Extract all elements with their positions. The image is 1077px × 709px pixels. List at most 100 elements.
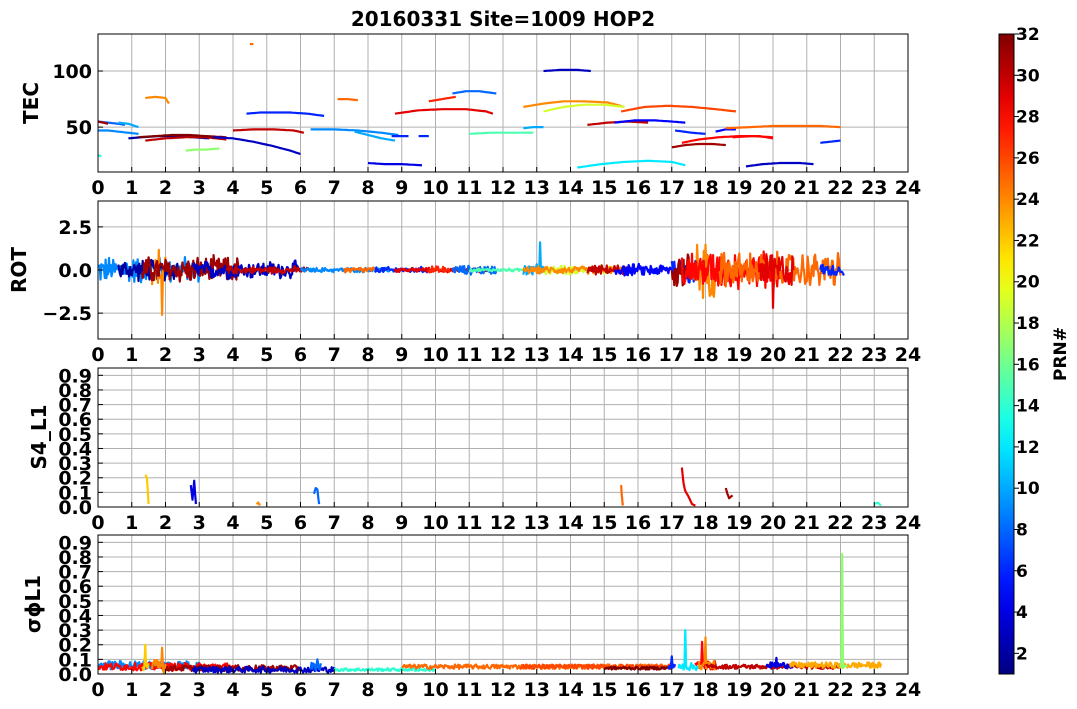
x-tick-label: 6 (294, 177, 307, 199)
x-tick-label: 0 (91, 679, 104, 701)
x-tick-label: 5 (260, 679, 273, 701)
colorbar-tick-label: 8 (1016, 520, 1028, 540)
series-prn-3 (543, 68, 591, 73)
x-tick-label: 12 (490, 177, 516, 199)
x-tick-label: 10 (422, 512, 448, 534)
x-tick-label: 21 (794, 512, 820, 534)
series-prn-30 (232, 128, 305, 134)
x-tick-label: 0 (91, 344, 104, 366)
grid (97, 34, 909, 172)
x-tick-label: 18 (692, 344, 718, 366)
series-prn-24 (255, 501, 261, 507)
x-tick-label: 16 (625, 344, 651, 366)
x-tick-label: 0 (91, 512, 104, 534)
colorbar-tick-label: 30 (1016, 66, 1040, 86)
x-tick-label: 4 (226, 679, 239, 701)
series-prn-31 (671, 142, 726, 149)
x-tick-label: 4 (226, 344, 239, 366)
x-tick-label: 8 (361, 177, 374, 199)
x-tick-label: 11 (456, 177, 482, 199)
x-tick-label: 2 (159, 512, 172, 534)
x-tick-label: 13 (524, 344, 550, 366)
x-tick-label: 11 (456, 512, 482, 534)
y-tick-label: 50 (66, 117, 92, 139)
x-tick-label: 11 (456, 679, 482, 701)
x-tick-label: 0 (91, 177, 104, 199)
colorbar: PRN# 2468101214161820222426283032 (998, 25, 1071, 675)
x-tick-label: 6 (294, 344, 307, 366)
y-axis-label: ROT (7, 247, 31, 293)
x-tick-label: 11 (456, 344, 482, 366)
x-tick-label: 14 (557, 679, 583, 701)
x-tick-label: 23 (861, 344, 887, 366)
colorbar-tick-label: 24 (1016, 190, 1040, 210)
x-tick-label: 10 (422, 177, 448, 199)
x-tick-label: 5 (260, 177, 273, 199)
x-tick-label: 1 (125, 512, 138, 534)
x-tick-label: 9 (395, 679, 408, 701)
x-tick-label: 15 (591, 344, 617, 366)
series-prn-25 (337, 98, 358, 102)
series-prn-4 (367, 161, 423, 167)
y-axis-label: TEC (19, 82, 43, 124)
x-tick-label: 21 (794, 344, 820, 366)
s4-panel: 0 1 2 3 4 5 6 7 8 9 10 11 12 13 14 15 16 17 18 19 20 21 22 23 24… (27, 365, 921, 534)
x-tick-label: 3 (193, 344, 206, 366)
x-tick-label: 17 (659, 679, 685, 701)
x-tick-label: 3 (193, 512, 206, 534)
x-tick-label: 20 (760, 512, 786, 534)
x-tick-label: 2 (159, 344, 172, 366)
colorbar-tick-label: 16 (1016, 355, 1040, 375)
series-prn-25 (620, 485, 624, 506)
series-prn-6 (667, 655, 677, 670)
x-tick-label: 23 (861, 512, 887, 534)
series-prn-27 (428, 95, 456, 103)
x-tick-label: 10 (422, 344, 448, 366)
series-prn-19 (543, 103, 625, 113)
x-tick-label: 24 (895, 512, 921, 534)
x-tick-label: 15 (591, 679, 617, 701)
colorbar-tick-label: 12 (1016, 438, 1040, 458)
series-prn-5 (614, 262, 680, 277)
x-tick-label: 6 (294, 679, 307, 701)
colorbar-tick-label: 18 (1016, 314, 1040, 334)
series-prn-17 (185, 147, 220, 152)
x-tick-label: 19 (726, 679, 752, 701)
x-tick-label: 15 (591, 512, 617, 534)
x-tick-label: 3 (193, 679, 206, 701)
colorbar-tick-label: 2 (1016, 644, 1028, 664)
colorbar-tick-label: 6 (1016, 562, 1028, 582)
x-tick-label: 20 (760, 177, 786, 199)
x-tick-label: 20 (760, 344, 786, 366)
colorbar-tick-label: 20 (1016, 273, 1040, 293)
x-tick-label: 23 (861, 679, 887, 701)
x-tick-label: 4 (226, 512, 239, 534)
x-tick-label: 21 (794, 177, 820, 199)
series-prn-14 (333, 667, 437, 673)
rot-panel: 0 1 2 3 4 5 6 7 8 9 10 11 12 13 14 15 16 17 18 19 20 21 22 23 24… (7, 200, 921, 366)
series-prn-6 (246, 111, 325, 117)
series-prn-8 (309, 658, 322, 672)
y-tick-label: 0.9 (58, 532, 92, 554)
x-tick-label: 24 (895, 344, 921, 366)
x-tick-label: 20 (760, 679, 786, 701)
x-tick-label: 2 (159, 177, 172, 199)
y-tick-label: 0.9 (58, 365, 92, 387)
x-tick-label: 18 (692, 512, 718, 534)
colorbar-tick-label: 32 (1016, 25, 1040, 45)
x-tick-label: 19 (726, 344, 752, 366)
x-tick-label: 5 (260, 344, 273, 366)
x-tick-label: 16 (625, 177, 651, 199)
x-tick-label: 6 (294, 512, 307, 534)
series-prn-14 (873, 501, 882, 507)
x-tick-label: 2 (159, 679, 172, 701)
series-prn-6 (820, 139, 841, 144)
series-prn-9 (98, 129, 139, 135)
x-tick-label: 13 (524, 512, 550, 534)
colorbar-gradient (998, 33, 1015, 675)
x-tick-label: 15 (591, 177, 617, 199)
x-tick-label: 19 (726, 177, 752, 199)
series-prn-23 (788, 661, 883, 670)
series-prn-24 (150, 248, 167, 316)
x-tick-label: 18 (692, 177, 718, 199)
